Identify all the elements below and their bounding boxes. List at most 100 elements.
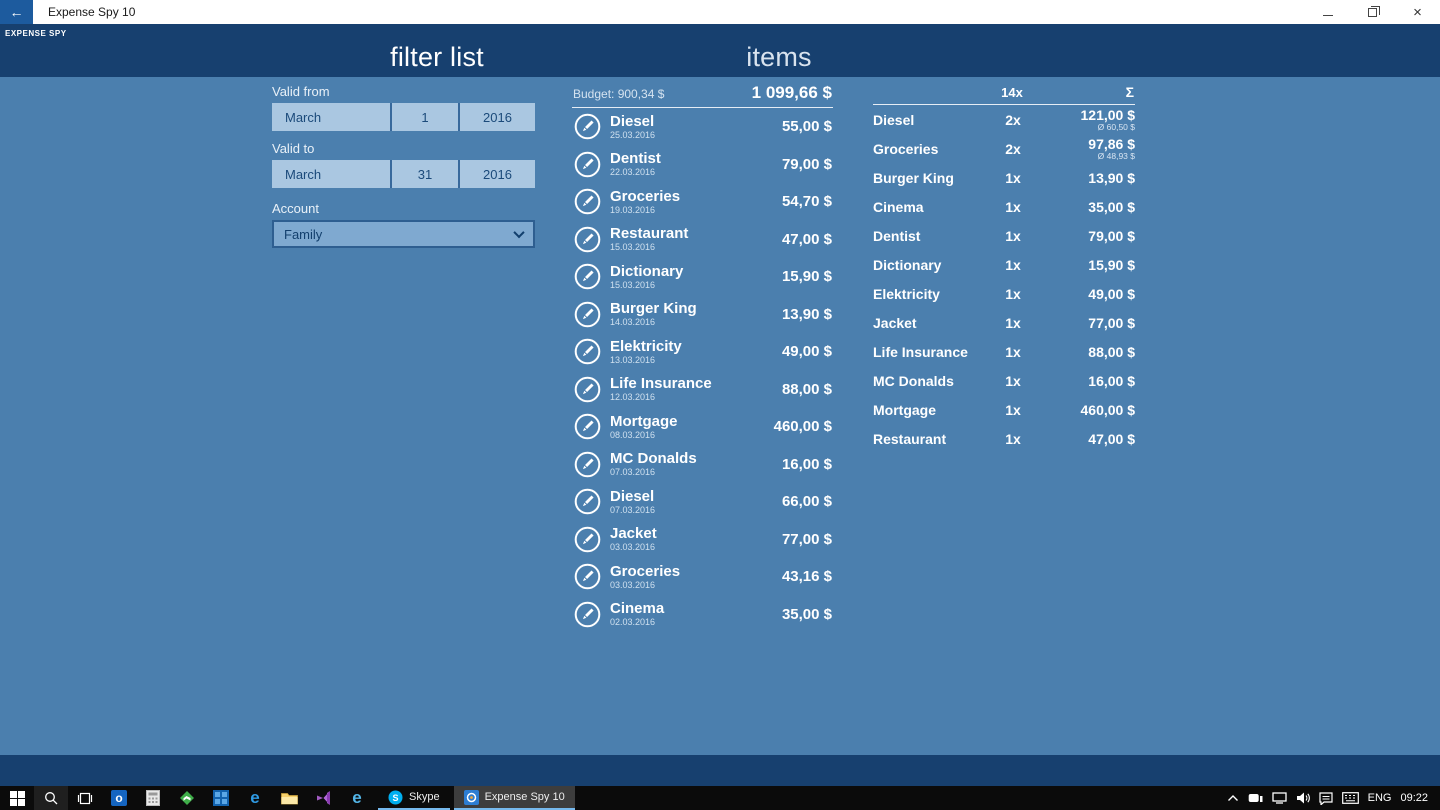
- summary-average: Ø 48,93 $: [1097, 150, 1135, 161]
- window-titlebar: ← Expense Spy 10 ×: [0, 0, 1440, 24]
- taskbar-expense-spy-button[interactable]: Expense Spy 10: [453, 786, 575, 810]
- expense-list-item[interactable]: Diesel 25.03.2016 55,00 $: [572, 108, 833, 146]
- expense-list-item[interactable]: Mortgage 08.03.2016 460,00 $: [572, 408, 833, 446]
- summary-count-header: 14x: [1001, 84, 1023, 100]
- skype-icon: S: [388, 790, 403, 804]
- expense-date: 03.03.2016: [610, 542, 656, 553]
- close-button[interactable]: ×: [1395, 0, 1440, 24]
- expense-list-item[interactable]: Cinema 02.03.2016 35,00 $: [572, 596, 833, 634]
- tray-action-center-icon[interactable]: [1319, 791, 1333, 805]
- calculator-button[interactable]: [136, 786, 170, 810]
- summary-row: Cinema 1x 35,00 $: [873, 192, 1135, 221]
- summary-count: 1x: [1005, 314, 1021, 331]
- restore-icon: [1368, 5, 1380, 17]
- visual-studio-button[interactable]: [306, 786, 340, 810]
- summary-category: Dictionary: [873, 256, 942, 273]
- tray-device-icon[interactable]: [1248, 793, 1263, 803]
- system-tray: ENG 09:22: [1227, 786, 1440, 810]
- valid-from-year[interactable]: 2016: [460, 103, 535, 131]
- expense-date: 07.03.2016: [610, 467, 656, 478]
- money-app-button[interactable]: [170, 786, 204, 810]
- summary-category: Life Insurance: [873, 343, 968, 360]
- expense-list-item[interactable]: Dictionary 15.03.2016 15,90 $: [572, 258, 833, 296]
- tray-chevron-up-icon[interactable]: [1227, 794, 1239, 802]
- valid-to-year[interactable]: 2016: [460, 160, 535, 188]
- taskbar-skype-button[interactable]: S Skype: [378, 786, 450, 810]
- calculator-icon: [146, 790, 160, 806]
- edit-pencil-icon[interactable]: [574, 488, 601, 515]
- edit-pencil-icon[interactable]: [574, 151, 601, 178]
- internet-explorer-button[interactable]: e: [340, 786, 374, 810]
- summary-row: Life Insurance 1x 88,00 $: [873, 337, 1135, 366]
- expense-name: Cinema: [610, 600, 665, 618]
- edit-pencil-icon[interactable]: [574, 113, 601, 140]
- summary-row: MC Donalds 1x 16,00 $: [873, 366, 1135, 395]
- summary-sum: 15,90 $: [1088, 256, 1135, 273]
- clock[interactable]: 09:22: [1400, 792, 1428, 804]
- edit-pencil-icon[interactable]: [574, 226, 601, 253]
- expense-list-item[interactable]: MC Donalds 07.03.2016 16,00 $: [572, 446, 833, 484]
- summary-count: 1x: [1005, 169, 1021, 186]
- expense-date: 08.03.2016: [610, 429, 656, 440]
- file-explorer-button[interactable]: [272, 786, 306, 810]
- edit-pencil-icon[interactable]: [574, 301, 601, 328]
- summary-category: Elektricity: [873, 285, 940, 302]
- valid-from-day[interactable]: 1: [392, 103, 460, 131]
- valid-to-month[interactable]: March: [272, 160, 392, 188]
- restore-button[interactable]: [1350, 0, 1395, 24]
- expense-list-item[interactable]: Elektricity 13.03.2016 49,00 $: [572, 333, 833, 371]
- expense-list-item[interactable]: Dentist 22.03.2016 79,00 $: [572, 146, 833, 184]
- edit-pencil-icon[interactable]: [574, 188, 601, 215]
- photos-button[interactable]: [204, 786, 238, 810]
- tray-network-icon[interactable]: [1271, 792, 1287, 804]
- pivot-tab-items[interactable]: items: [746, 42, 812, 73]
- expense-list-item[interactable]: Burger King 14.03.2016 13,90 $: [572, 296, 833, 334]
- expense-list-item[interactable]: Restaurant 15.03.2016 47,00 $: [572, 221, 833, 259]
- summary-average: Ø 60,50 $: [1097, 121, 1135, 132]
- start-button[interactable]: [0, 786, 34, 810]
- language-indicator[interactable]: ENG: [1368, 792, 1392, 804]
- tray-volume-icon[interactable]: [1296, 792, 1310, 804]
- edit-pencil-icon[interactable]: [574, 376, 601, 403]
- expense-amount: 47,00 $: [781, 230, 832, 248]
- expense-amount: 55,00 $: [781, 118, 832, 136]
- summary-row: Dentist 1x 79,00 $: [873, 221, 1135, 250]
- valid-to-datepicker[interactable]: March 31 2016: [272, 160, 535, 188]
- minimize-button[interactable]: [1305, 0, 1350, 24]
- expense-list-item[interactable]: Groceries 19.03.2016 54,70 $: [572, 183, 833, 221]
- edit-pencil-icon[interactable]: [574, 601, 601, 628]
- account-dropdown[interactable]: Family: [272, 220, 535, 248]
- chevron-down-icon: [513, 226, 525, 239]
- edit-pencil-icon[interactable]: [574, 413, 601, 440]
- expense-list-item[interactable]: Groceries 03.03.2016 43,16 $: [572, 558, 833, 596]
- expense-name: Dictionary: [610, 262, 684, 280]
- valid-from-month[interactable]: March: [272, 103, 392, 131]
- summary-count: 1x: [1005, 227, 1021, 244]
- summary-sum: 88,00 $: [1088, 343, 1135, 360]
- expense-list-item[interactable]: Diesel 07.03.2016 66,00 $: [572, 483, 833, 521]
- expense-list-item[interactable]: Life Insurance 12.03.2016 88,00 $: [572, 371, 833, 409]
- edit-pencil-icon[interactable]: [574, 451, 601, 478]
- expense-amount: 15,90 $: [781, 268, 832, 286]
- pivot-tab-filter-list[interactable]: filter list: [390, 42, 484, 73]
- expense-list-item[interactable]: Jacket 03.03.2016 77,00 $: [572, 521, 833, 559]
- edit-pencil-icon[interactable]: [574, 563, 601, 590]
- back-button[interactable]: ←: [0, 0, 33, 24]
- valid-to-day[interactable]: 31: [392, 160, 460, 188]
- outlook-button[interactable]: o: [102, 786, 136, 810]
- expense-amount: 88,00 $: [781, 380, 832, 398]
- expense-date: 02.03.2016: [610, 617, 656, 628]
- summary-sum: 35,00 $: [1088, 198, 1135, 215]
- edge-button[interactable]: e: [238, 786, 272, 810]
- expense-name: MC Donalds: [610, 450, 697, 468]
- edit-pencil-icon[interactable]: [574, 263, 601, 290]
- edit-pencil-icon[interactable]: [574, 338, 601, 365]
- edit-pencil-icon[interactable]: [574, 526, 601, 553]
- valid-from-datepicker[interactable]: March 1 2016: [272, 103, 535, 131]
- expense-name: Mortgage: [610, 412, 678, 430]
- tray-touch-keyboard-icon[interactable]: [1341, 792, 1359, 804]
- task-view-button[interactable]: [68, 786, 102, 810]
- search-button[interactable]: [34, 786, 68, 810]
- summary-category: Mortgage: [873, 401, 936, 418]
- summary-header-row: 14x Σ: [873, 77, 1135, 105]
